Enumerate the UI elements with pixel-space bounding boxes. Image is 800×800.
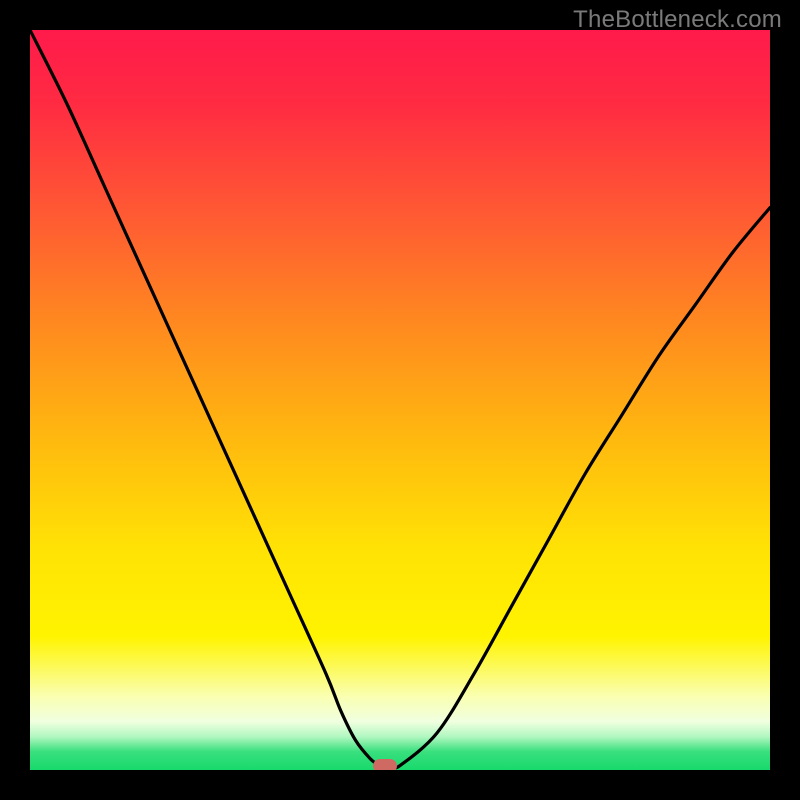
marker-pill [373, 759, 397, 770]
plot-area [30, 30, 770, 770]
chart-frame: TheBottleneck.com [0, 0, 800, 800]
watermark-text: TheBottleneck.com [573, 6, 782, 34]
gradient-background [30, 30, 770, 770]
plot-svg [30, 30, 770, 770]
